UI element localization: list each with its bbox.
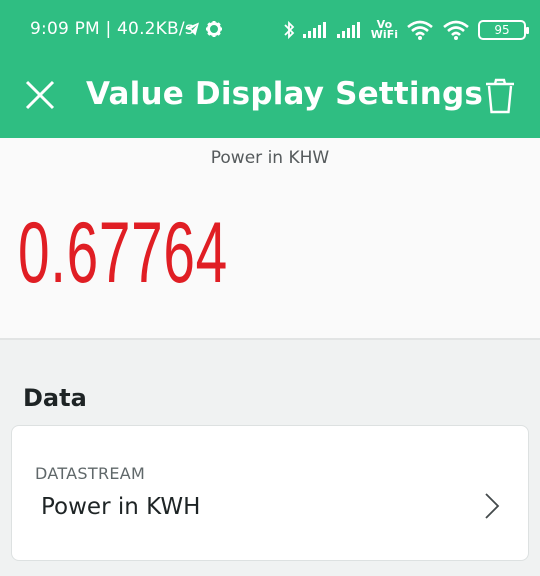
- vowifi-bottom: WiFi: [370, 28, 398, 41]
- close-button[interactable]: [20, 75, 60, 115]
- app-bar: Value Display Settings: [0, 60, 540, 138]
- data-section-title: Data: [23, 384, 87, 412]
- battery-icon: 95: [478, 20, 529, 40]
- preview-label: Power in KHW: [210, 148, 330, 168]
- vowifi-icon: Vo WiFi: [370, 19, 398, 41]
- delete-button[interactable]: [478, 72, 522, 120]
- chevron-right-icon: [485, 493, 500, 519]
- signal-icon: [302, 21, 329, 39]
- status-time: 9:09 PM | 40.2KB/s: [30, 19, 194, 39]
- page-title: Value Display Settings: [86, 76, 484, 112]
- app-header: 9:09 PM | 40.2KB/s Vo WiFi 95 Value Disp…: [0, 0, 540, 138]
- wifi-icon: [442, 19, 470, 41]
- trash-icon: [486, 78, 514, 114]
- close-icon: [25, 80, 55, 110]
- wifi-icon: [406, 19, 434, 41]
- telegram-icon: [184, 21, 200, 41]
- value-display-preview: Power in KHW 0.67764: [0, 138, 540, 340]
- datastream-value: Power in KWH: [41, 494, 201, 520]
- preview-value: 0.67764: [18, 205, 228, 301]
- bluetooth-icon: [283, 20, 295, 40]
- datastream-label: DATASTREAM: [35, 464, 146, 483]
- status-bar: 9:09 PM | 40.2KB/s Vo WiFi 95: [0, 0, 540, 60]
- gear-icon: [205, 20, 223, 42]
- datastream-selector[interactable]: DATASTREAM Power in KWH: [11, 425, 529, 561]
- battery-level: 95: [494, 23, 510, 37]
- signal-icon: [336, 21, 363, 39]
- status-icons: Vo WiFi 95: [283, 14, 529, 46]
